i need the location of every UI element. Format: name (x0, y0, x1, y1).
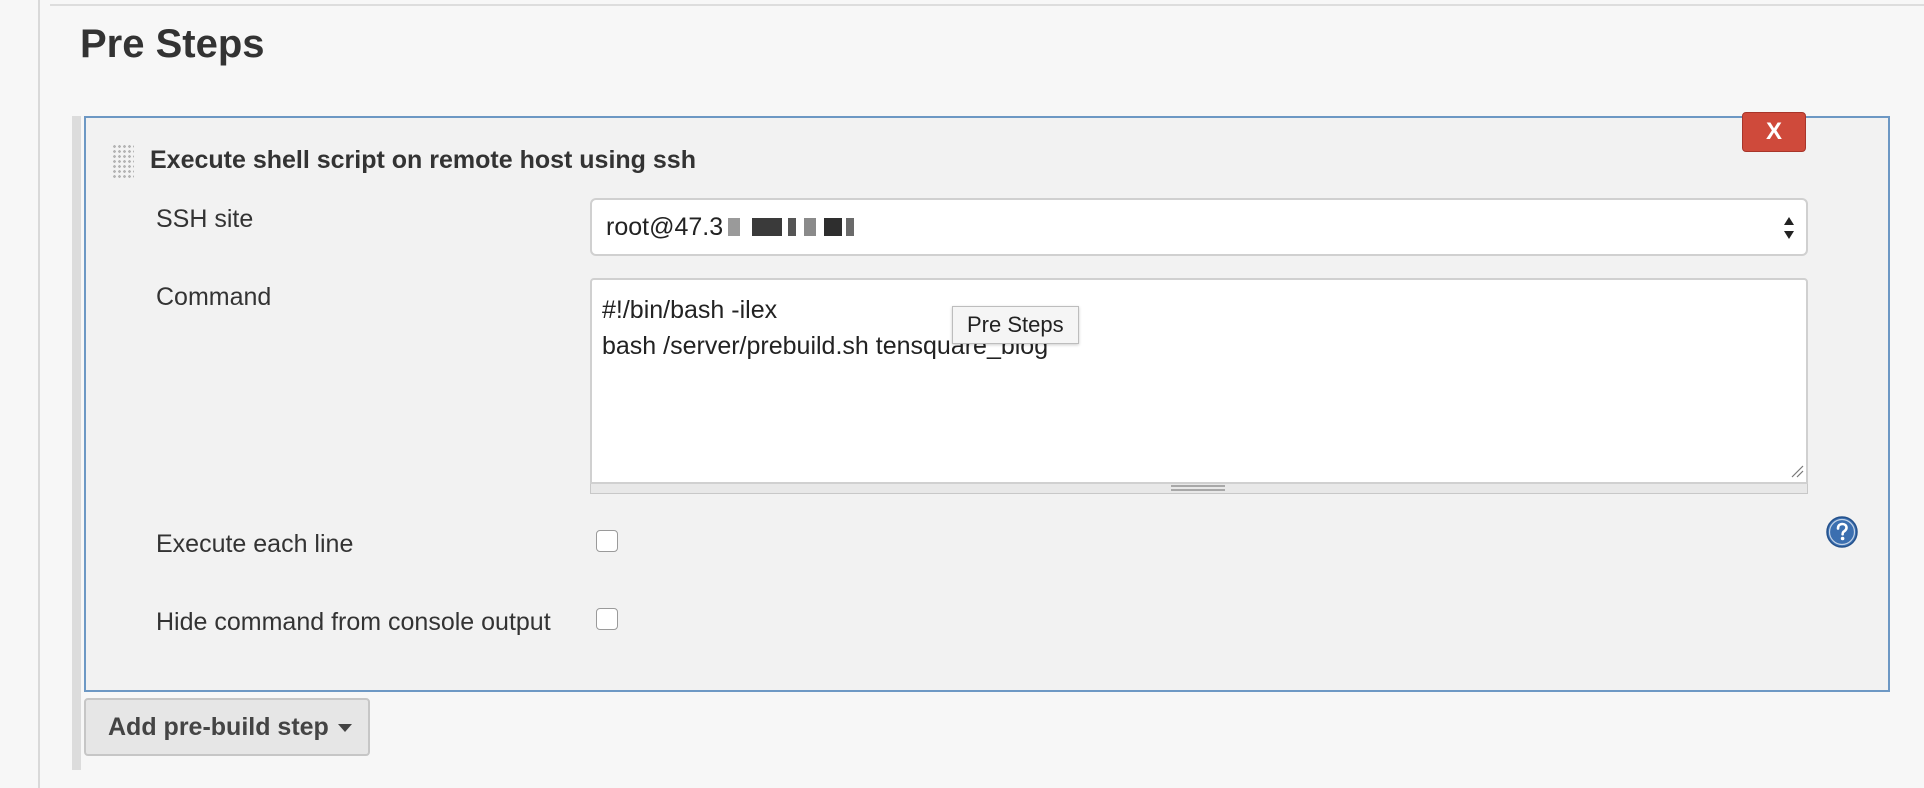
add-pre-build-step-button[interactable]: Add pre-build step (84, 698, 370, 756)
command-label: Command (156, 283, 272, 311)
left-divider (38, 0, 40, 788)
ssh-site-label: SSH site (156, 205, 254, 233)
redacted-text (728, 218, 740, 236)
redacted-text (846, 218, 854, 236)
section-title: Pre Steps (80, 22, 265, 66)
ssh-site-value: root@47.3 (606, 213, 724, 241)
hide-command-label: Hide command from console output (156, 608, 551, 636)
step-side-bar (72, 116, 81, 770)
ssh-site-select[interactable]: root@47.3 (590, 198, 1808, 256)
hide-command-checkbox[interactable] (596, 608, 618, 630)
select-arrows-icon (1784, 217, 1794, 239)
tooltip: Pre Steps (952, 306, 1079, 344)
build-step-title: Execute shell script on remote host usin… (150, 146, 696, 174)
execute-each-line-checkbox[interactable] (596, 530, 618, 552)
help-icon[interactable] (1826, 516, 1858, 548)
command-textarea[interactable]: #!/bin/bash -ilex bash /server/prebuild.… (590, 278, 1808, 484)
execute-each-line-label: Execute each line (156, 530, 354, 558)
redacted-text (788, 218, 796, 236)
drag-handle-icon[interactable] (112, 144, 134, 178)
redacted-text (804, 218, 816, 236)
resize-corner-icon[interactable] (1790, 464, 1804, 478)
delete-step-button[interactable]: X (1742, 112, 1806, 152)
build-step-panel: Execute shell script on remote host usin… (84, 112, 1890, 692)
textarea-resize-handle[interactable] (590, 484, 1808, 494)
add-pre-build-step-label: Add pre-build step (108, 713, 329, 741)
top-divider (50, 4, 1924, 6)
redacted-text (824, 218, 842, 236)
page: Pre Steps Execute shell script on remote… (0, 0, 1924, 788)
redacted-text (752, 218, 782, 236)
caret-down-icon (338, 724, 352, 732)
resize-grip-icon (1171, 485, 1225, 491)
